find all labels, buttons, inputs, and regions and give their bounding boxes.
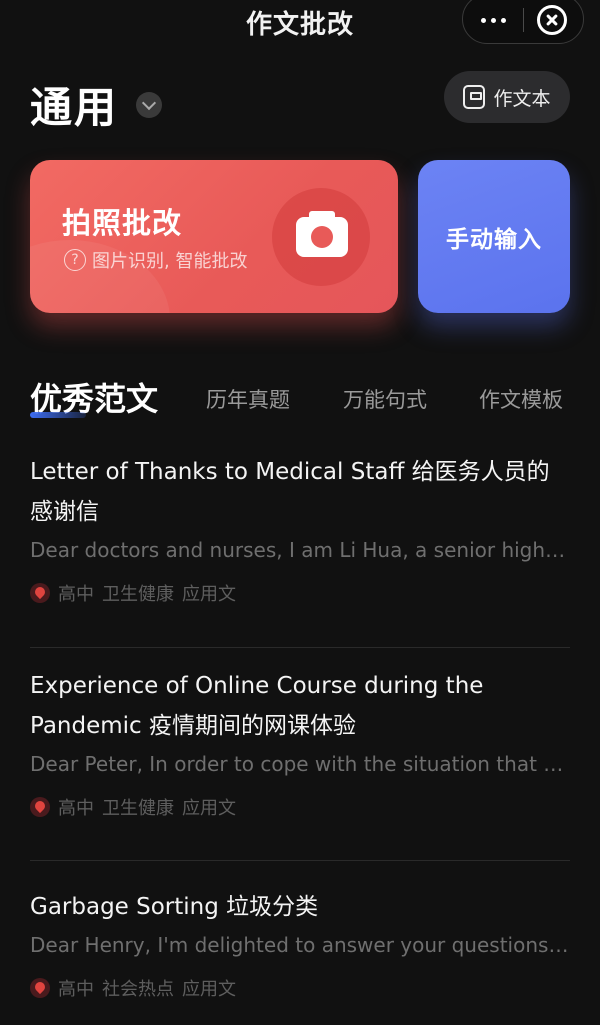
chevron-down-icon[interactable] <box>136 91 163 118</box>
mini-program-capsule <box>462 0 584 44</box>
tab-universal-sentences[interactable]: 万能句式 <box>343 384 427 414</box>
tag-topic: 社会热点 <box>102 979 174 1000</box>
essay-excerpt: Dear doctors and nurses, I am Li Hua, a … <box>30 538 570 562</box>
tag-icon <box>30 978 50 998</box>
more-options-icon[interactable] <box>463 0 523 45</box>
essay-correction-page: 作文批改 通用 作文本 拍照批改 ? 图片识别, 智能批改 手动输入 优秀范文 … <box>0 0 600 1025</box>
tag-type: 应用文 <box>182 798 236 819</box>
tag-level: 高中 <box>58 798 94 819</box>
notebook-button-label: 作文本 <box>493 87 551 110</box>
tab-excellent-essays[interactable]: 优秀范文 <box>30 374 158 420</box>
essay-title: Letter of Thanks to Medical Staff 给医务人员的… <box>30 459 550 525</box>
tag-icon <box>30 797 50 817</box>
photo-card-title: 拍照批改 <box>62 206 183 240</box>
essay-list: Letter of Thanks to Medical Staff 给医务人员的… <box>30 452 570 1025</box>
photo-card-subtitle: 图片识别, 智能批改 <box>92 251 248 272</box>
manual-input-card[interactable]: 手动输入 <box>418 160 570 313</box>
category-label: 通用 <box>30 83 119 132</box>
tag-topic: 卫生健康 <box>102 584 174 605</box>
close-icon[interactable] <box>537 5 567 35</box>
tag-topic: 卫生健康 <box>102 798 174 819</box>
photo-correction-card[interactable]: 拍照批改 ? 图片识别, 智能批改 <box>30 160 398 313</box>
notebook-button[interactable]: 作文本 <box>444 71 570 123</box>
tag-type: 应用文 <box>182 979 236 1000</box>
essay-tags: 高中 卫生健康 应用文 <box>30 578 570 608</box>
tag-level: 高中 <box>58 584 94 605</box>
tag-icon <box>30 583 50 603</box>
essay-tags: 高中 社会热点 应用文 <box>30 973 570 1003</box>
list-item[interactable]: Garbage Sorting 垃圾分类 Dear Henry, I'm del… <box>30 861 570 1025</box>
help-icon[interactable]: ? <box>64 249 86 271</box>
camera-icon <box>296 211 348 257</box>
list-item[interactable]: Letter of Thanks to Medical Staff 给医务人员的… <box>30 452 570 648</box>
tag-type: 应用文 <box>182 584 236 605</box>
notebook-icon <box>463 85 486 109</box>
tab-past-exams[interactable]: 历年真题 <box>206 384 290 414</box>
photo-card-subtitle-row: ? 图片识别, 智能批改 <box>64 247 247 273</box>
top-bar: 作文批改 <box>0 0 600 44</box>
essay-tags: 高中 卫生健康 应用文 <box>30 792 570 822</box>
manual-card-title: 手动输入 <box>446 226 542 253</box>
capsule-divider <box>523 8 524 32</box>
essay-excerpt: Dear Peter, In order to cope with the si… <box>30 752 570 776</box>
tag-level: 高中 <box>58 979 94 1000</box>
list-item[interactable]: Experience of Online Course during the P… <box>30 648 570 861</box>
content-tabs: 优秀范文 历年真题 万能句式 作文模板 <box>30 374 575 420</box>
tab-essay-templates[interactable]: 作文模板 <box>479 384 563 414</box>
category-selector[interactable]: 通用 <box>30 74 163 135</box>
essay-excerpt: Dear Henry, I'm delighted to answer your… <box>30 933 570 957</box>
essay-title: Garbage Sorting 垃圾分类 <box>30 894 319 920</box>
essay-title: Experience of Online Course during the P… <box>30 673 484 739</box>
